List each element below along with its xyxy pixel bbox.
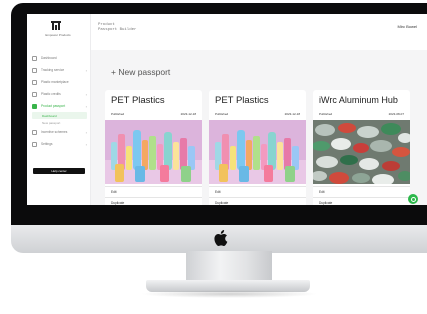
top-header: Product Passport Builder Mirc Bowel <box>91 14 427 50</box>
divider <box>209 197 306 198</box>
divider <box>313 197 410 198</box>
pet-bottles-image <box>209 120 306 184</box>
sidebar-item-plastic-credits[interactable]: Plastic credits › <box>32 88 87 100</box>
gift-icon <box>32 129 37 135</box>
truck-icon <box>32 67 37 73</box>
card-date: 2023-12-18 <box>180 112 196 116</box>
card-title: PET Plastics <box>111 95 165 106</box>
card-meta: Published 2023-12-18 <box>215 112 300 116</box>
divider <box>105 186 202 187</box>
sidebar-subitem-dashboard[interactable]: Dashboard <box>32 112 87 119</box>
help-center-button[interactable]: Help center <box>33 168 85 174</box>
aluminum-cans-image <box>313 120 410 184</box>
passport-card[interactable]: iWrc Aluminum Hub Published 2023-08-07 E… <box>313 90 410 205</box>
passport-icon <box>32 103 37 109</box>
edit-link[interactable]: Edit <box>215 190 221 194</box>
chevron-right-icon: › <box>85 141 87 147</box>
apple-logo-icon <box>214 230 228 246</box>
status-badge: Published <box>319 112 333 116</box>
sidebar-nav: Dashboard Tracking service › Plastic mar… <box>32 52 87 150</box>
sidebar-item-label: Tracking service <box>41 68 65 72</box>
sidebar-item-label: Dashboard <box>41 56 57 60</box>
card-title: PET Plastics <box>215 95 269 106</box>
sidebar-item-label: Plastic credits <box>41 92 61 96</box>
sidebar-subitem-new-passport[interactable]: New passport <box>32 119 87 126</box>
edit-link[interactable]: Edit <box>111 190 117 194</box>
brand-name: Empower Products <box>45 33 71 37</box>
pet-bottles-image <box>105 120 202 184</box>
card-date: 2023-12-18 <box>284 112 300 116</box>
main-content: + New passport PET Plastics Published 20… <box>91 50 427 205</box>
grid-icon <box>32 55 37 61</box>
page-title: Product Passport Builder <box>98 23 158 32</box>
card-meta: Published 2023-12-18 <box>111 112 196 116</box>
brand-logo-icon <box>51 21 61 30</box>
passport-card[interactable]: PET Plastics Published 2023-12-18 Edit D… <box>105 90 202 205</box>
divider <box>313 186 410 187</box>
edit-link[interactable]: Edit <box>319 190 325 194</box>
chevron-down-icon: › <box>85 103 87 109</box>
gear-icon <box>32 141 37 147</box>
sidebar-item-plastic-marketplace[interactable]: Plastic marketplace <box>32 76 87 88</box>
stand-shadow <box>140 290 318 298</box>
sidebar-item-dashboard[interactable]: Dashboard <box>32 52 87 64</box>
duplicate-link[interactable]: Duplicate <box>111 201 124 205</box>
chevron-right-icon: › <box>85 129 87 135</box>
sidebar-item-incentive-schemes[interactable]: Incentive schemes › <box>32 126 87 138</box>
sidebar-item-label: Plastic marketplace <box>41 80 69 84</box>
sidebar-subitem-label: New passport <box>42 120 61 125</box>
divider <box>105 197 202 198</box>
monitor-stand-neck <box>186 251 272 283</box>
leaf-icon <box>32 91 37 97</box>
divider <box>209 186 306 187</box>
sidebar-item-label: Incentive schemes <box>41 130 68 134</box>
status-badge: Published <box>111 112 125 116</box>
card-date: 2023-08-07 <box>388 112 404 116</box>
status-badge: Published <box>215 112 229 116</box>
screen: Empower Products Dashboard Tracking serv… <box>27 14 427 205</box>
new-passport-button[interactable]: + New passport <box>111 67 170 77</box>
sidebar-item-label: Settings <box>41 142 53 146</box>
chat-widget-icon[interactable] <box>408 194 418 204</box>
sidebar-item-label: Product passport <box>41 104 66 108</box>
sidebar-item-product-passport[interactable]: Product passport › <box>32 100 87 112</box>
passport-card[interactable]: PET Plastics Published 2023-12-18 Edit D… <box>209 90 306 205</box>
sidebar-item-settings[interactable]: Settings › <box>32 138 87 150</box>
duplicate-link[interactable]: Duplicate <box>215 201 228 205</box>
card-title: iWrc Aluminum Hub <box>319 95 398 105</box>
page-title-line-2: Passport Builder <box>98 27 137 32</box>
sidebar-item-tracking-service[interactable]: Tracking service › <box>32 64 87 76</box>
cart-icon <box>32 79 37 85</box>
sidebar-subitem-label: Dashboard <box>42 113 57 118</box>
user-name[interactable]: Mirc Bowel <box>397 24 417 29</box>
card-meta: Published 2023-08-07 <box>319 112 404 116</box>
chevron-right-icon: › <box>85 91 87 97</box>
sidebar: Empower Products Dashboard Tracking serv… <box>27 14 91 205</box>
duplicate-link[interactable]: Duplicate <box>319 201 332 205</box>
chevron-right-icon: › <box>85 67 87 73</box>
